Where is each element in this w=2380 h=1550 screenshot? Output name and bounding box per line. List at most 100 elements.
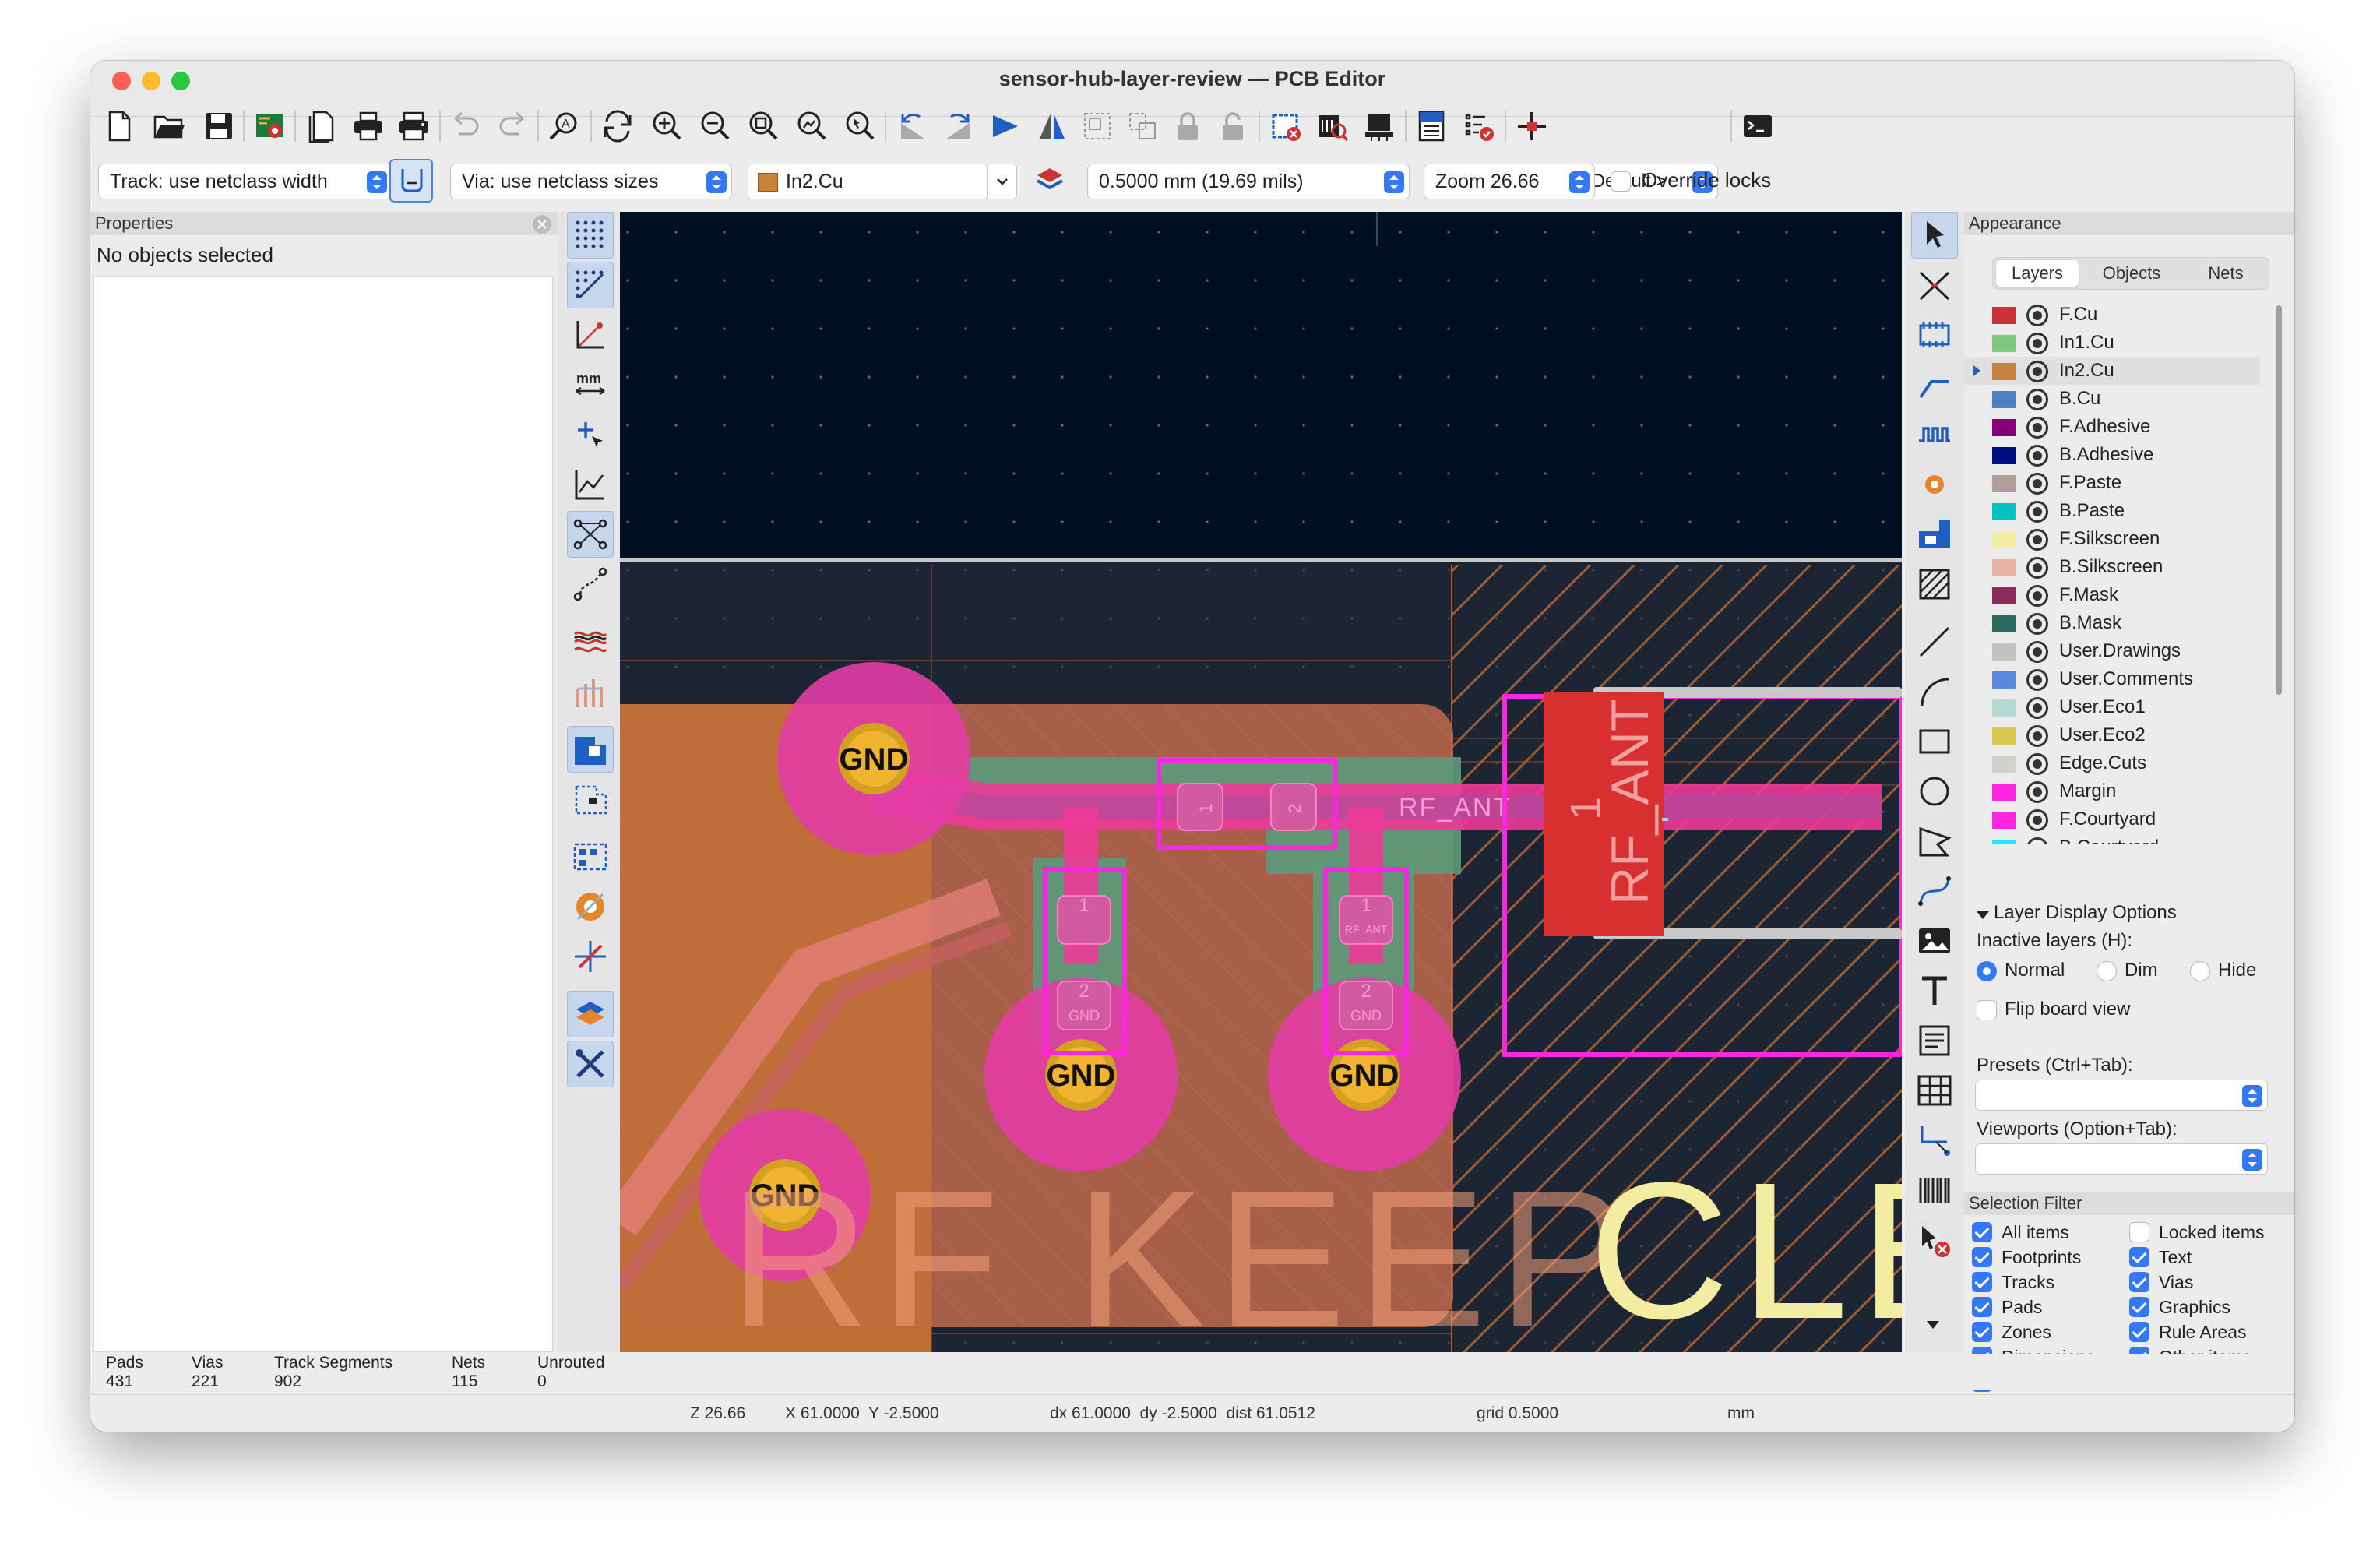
via-fill-toggle[interactable] [567,883,614,930]
filter-checkbox[interactable] [2129,1322,2149,1342]
zoom-objects-button[interactable] [790,104,832,148]
zoom-fit-button[interactable] [741,104,783,148]
layer-color-swatch[interactable] [1992,756,2016,773]
drc-button[interactable] [1458,104,1500,148]
add-textbox-tool[interactable] [1911,1017,1958,1064]
draw-line-tool[interactable] [1911,618,1958,665]
layer-row[interactable]: F.Adhesive [1964,413,2260,441]
add-via-tool[interactable] [1911,461,1958,508]
toolbar-overflow-icon[interactable] [1927,1321,1939,1329]
filter-checkbox[interactable] [2129,1247,2149,1267]
layer-color-swatch[interactable] [1992,391,2016,408]
cursor-style-toggle[interactable] [567,411,614,458]
filter-checkbox[interactable] [2129,1297,2149,1317]
filter-checkbox[interactable] [1972,1297,1992,1317]
curved-ratsnest-toggle[interactable] [567,561,614,608]
track-width-select[interactable]: Track: use netclass width [98,164,393,199]
layer-color-swatch[interactable] [1992,307,2016,324]
layer-row[interactable]: B.Paste [1964,497,2260,525]
layer-row[interactable]: B.Silkscreen [1964,553,2260,581]
pad-fill-toggle[interactable] [567,833,614,880]
delete-tool[interactable] [1911,1217,1958,1263]
footprint-editor-button[interactable] [1265,104,1307,148]
tab-nets[interactable]: Nets [2185,258,2267,289]
layer-row[interactable]: F.Mask [1964,581,2260,609]
add-barcode-tool[interactable] [1911,1167,1958,1214]
filter-checkbox[interactable] [2129,1222,2149,1242]
eye-icon[interactable] [2026,361,2048,382]
footprint-browser-button[interactable] [1311,104,1354,148]
layer-row[interactable]: User.Eco2 [1964,721,2260,749]
layer-row[interactable]: F.Courtyard [1964,805,2260,833]
layer-color-swatch[interactable] [1992,587,2016,604]
high-contrast-toggle[interactable] [567,618,614,665]
scripting-console-button[interactable] [1737,104,1779,148]
layer-color-swatch[interactable] [1992,475,2016,492]
viewports-select[interactable] [1975,1143,2268,1175]
display-options-header[interactable]: Layer Display Options [1994,902,2177,924]
layer-select[interactable]: In2.Cu [748,164,988,199]
draw-arc-tool[interactable] [1911,668,1958,715]
route-tracks-button[interactable] [1511,104,1553,148]
add-dimension-tool[interactable] [1911,1117,1958,1164]
layer-color-swatch[interactable] [1992,447,2016,464]
local-ratsnest-tool[interactable] [1911,262,1958,308]
3d-viewer-button[interactable] [1358,104,1400,148]
eye-icon[interactable] [2026,697,2048,719]
net-color-toggle[interactable] [567,668,614,715]
layer-color-swatch[interactable] [1992,671,2016,689]
layer-color-swatch[interactable] [1992,419,2016,436]
eye-icon[interactable] [2026,529,2048,551]
mirror-button[interactable] [1031,104,1073,148]
draw-bezier-tool[interactable] [1911,868,1958,914]
print-button[interactable] [347,104,389,148]
layer-color-swatch[interactable] [1992,335,2016,352]
add-text-tool[interactable] [1911,967,1958,1014]
layer-row[interactable]: B.Adhesive [1964,441,2260,469]
layer-dropdown-button[interactable] [988,164,1017,199]
override-locks-checkbox[interactable] [1611,171,1631,192]
eye-icon[interactable] [2026,669,2048,691]
draw-circle-tool[interactable] [1911,768,1958,815]
add-zone-tool[interactable] [1911,511,1958,558]
close-properties-button[interactable] [533,215,551,234]
layer-color-swatch[interactable] [1992,615,2016,632]
route-track-tool[interactable] [1911,361,1958,408]
layer-color-swatch[interactable] [1992,503,2016,520]
page-settings-button[interactable] [301,104,343,148]
save-button[interactable] [198,104,240,148]
eye-icon[interactable] [2026,809,2048,831]
layer-row[interactable]: F.Cu [1964,301,2260,329]
presets-select[interactable] [1975,1080,2268,1111]
plot-button[interactable] [393,104,435,148]
layer-color-swatch[interactable] [1992,840,2016,844]
layer-row[interactable]: User.Comments [1964,665,2260,693]
polar-coords-toggle[interactable] [567,312,614,358]
zone-outline-toggle[interactable] [567,776,614,823]
inactive-normal-radio[interactable] [1977,961,1997,981]
eye-icon[interactable] [2026,585,2048,607]
layer-color-swatch[interactable] [1992,559,2016,576]
layer-row[interactable]: Margin [1964,777,2260,805]
tune-length-tool[interactable] [1911,411,1958,458]
filter-checkbox[interactable] [1972,1322,1992,1342]
group-button[interactable] [1076,104,1118,148]
redo-button[interactable] [491,104,533,148]
rotate-ccw-button[interactable] [891,104,933,148]
grid-dots-toggle[interactable] [567,212,614,259]
inactive-dim-radio[interactable] [2097,961,2117,981]
layer-row[interactable]: In2.Cu [1964,357,2260,385]
eye-icon[interactable] [2026,781,2048,803]
board-setup-button[interactable] [249,104,291,148]
open-board-button[interactable] [148,104,190,148]
zoom-selection-button[interactable] [838,104,880,148]
select-tool[interactable] [1911,212,1958,259]
layer-color-swatch[interactable] [1992,699,2016,717]
zoom-select[interactable]: Zoom 26.66 [1424,164,1595,199]
ratsnest-curve-toggle[interactable] [567,461,614,508]
ungroup-button[interactable] [1121,104,1164,148]
layer-row[interactable]: In1.Cu [1964,329,2260,357]
zoom-out-button[interactable] [693,104,735,148]
flip-board-button[interactable] [984,104,1026,148]
eye-icon[interactable] [2026,501,2048,523]
